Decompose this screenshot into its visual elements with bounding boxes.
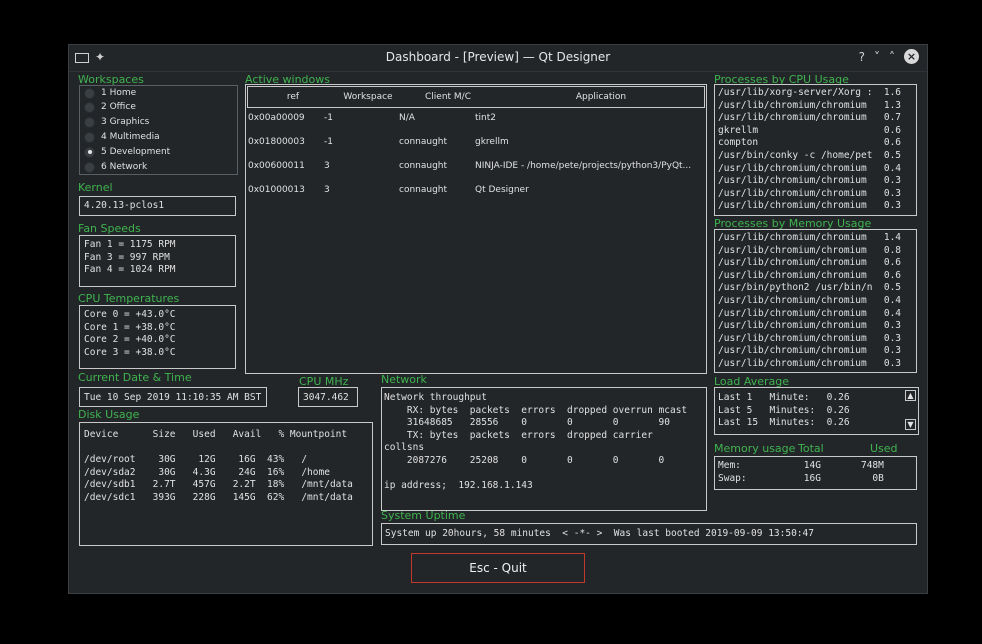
workspace-radio-2[interactable]: 2 Office: [84, 101, 136, 113]
scroll-up-icon[interactable]: ▲: [905, 390, 916, 401]
cell-ref: 0x00600011: [248, 161, 305, 171]
cell-ref: 0x01800003: [248, 137, 305, 147]
radio-icon: [84, 101, 95, 113]
memory-used-header: Used: [870, 442, 898, 455]
table-row[interactable]: 0x01000013 3 connaught Qt Designer: [248, 185, 703, 197]
radio-selected-icon: [84, 146, 95, 158]
workspaces-group: 1 Home 2 Office 3 Graphics 4 Multimedia …: [79, 85, 238, 175]
cell-client: connaught: [399, 185, 448, 195]
scroll-down-icon[interactable]: ▼: [905, 419, 916, 430]
designer-window: ✦ Dashboard - [Preview] — Qt Designer ? …: [68, 44, 928, 594]
memory-usage-text: Mem: 14G 748M Swap: 16G 0B: [714, 456, 917, 490]
network-text: Network throughput RX: bytes packets err…: [381, 387, 707, 511]
column-header-client[interactable]: Client M/C: [398, 87, 498, 107]
window-title: Dashboard - [Preview] — Qt Designer: [385, 50, 611, 64]
table-row[interactable]: 0x00600011 3 connaught NINJA-IDE - /home…: [248, 161, 703, 173]
cell-ref: 0x01000013: [248, 185, 305, 195]
fan-speeds-label: Fan Speeds: [78, 222, 141, 235]
minimize-icon[interactable]: ˅: [874, 50, 880, 64]
cell-application: tint2: [475, 113, 496, 123]
processes-cpu-text: /usr/lib/xorg-server/Xorg : 1.6 /usr/lib…: [714, 84, 917, 216]
workspace-radio-1[interactable]: 1 Home: [84, 87, 136, 99]
cell-ref: 0x00a00009: [248, 113, 305, 123]
datetime-value: Tue 10 Sep 2019 11:10:35 AM BST: [79, 387, 267, 407]
cpu-mhz-value: 3047.462: [298, 387, 358, 407]
kernel-label: Kernel: [78, 181, 113, 194]
load-average-text: Last 1 Minute: 0.26 Last 5 Minutes: 0.26…: [718, 392, 850, 429]
table-header: ref Workspace Client M/C Application: [247, 86, 705, 108]
workspace-label: 4 Multimedia: [101, 132, 160, 142]
kernel-value: 4.20.13-pclos1: [79, 196, 236, 216]
close-icon[interactable]: ×: [904, 49, 919, 64]
cell-workspace: -1: [324, 137, 333, 147]
workspace-label: 5 Development: [101, 147, 171, 157]
load-average-scrollbar[interactable]: ▲ ▼: [905, 390, 916, 430]
cell-application: Qt Designer: [475, 185, 529, 195]
workspace-radio-4[interactable]: 4 Multimedia: [84, 131, 160, 143]
cell-application: gkrellm: [475, 137, 509, 147]
cell-client: connaught: [399, 137, 448, 147]
workspace-label: 2 Office: [101, 102, 136, 112]
workspace-radio-3[interactable]: 3 Graphics: [84, 116, 149, 128]
workspace-radio-5[interactable]: 5 Development: [84, 146, 170, 158]
radio-icon: [84, 161, 95, 173]
table-row[interactable]: 0x01800003 -1 connaught gkrellm: [248, 137, 703, 149]
help-icon[interactable]: ?: [859, 50, 865, 64]
cell-application: NINJA-IDE - /home/pete/projects/python3/…: [475, 161, 692, 171]
workspace-label: 1 Home: [101, 88, 137, 98]
processes-memory-text: /usr/lib/chromium/chromium 1.4 /usr/lib/…: [714, 229, 917, 373]
memory-usage-label: Memory usage: [714, 442, 796, 455]
workspace-radio-6[interactable]: 6 Network: [84, 161, 147, 173]
cell-workspace: -1: [324, 113, 333, 123]
active-windows-table[interactable]: ref Workspace Client M/C Application 0x0…: [245, 84, 707, 374]
memory-total-header: Total: [798, 442, 824, 455]
cell-workspace: 3: [324, 185, 330, 195]
cell-client: connaught: [399, 161, 448, 171]
disk-usage-text: Device Size Used Avail % Mountpoint /dev…: [79, 422, 373, 546]
column-header-application[interactable]: Application: [498, 87, 704, 107]
table-row[interactable]: 0x00a00009 -1 N/A tint2: [248, 113, 703, 125]
window-controls: ? ˅ ˄ ×: [859, 49, 919, 64]
fan-speeds-text: Fan 1 = 1175 RPM Fan 3 = 997 RPM Fan 4 =…: [79, 235, 236, 287]
title-bar: ✦ Dashboard - [Preview] — Qt Designer ? …: [69, 45, 927, 72]
disk-usage-label: Disk Usage: [78, 408, 140, 421]
scroll-track[interactable]: [905, 401, 916, 419]
column-header-ref[interactable]: ref: [248, 87, 338, 107]
radio-icon: [84, 87, 95, 99]
system-uptime-label: System Uptime: [381, 509, 466, 522]
radio-icon: [84, 116, 95, 128]
system-uptime-value: System up 20hours, 58 minutes < -*- > Wa…: [381, 523, 917, 545]
quit-button[interactable]: Esc - Quit: [411, 553, 585, 583]
radio-icon: [84, 131, 95, 143]
workspace-label: 6 Network: [101, 162, 148, 172]
workspace-label: 3 Graphics: [101, 117, 150, 127]
load-average-box: Last 1 Minute: 0.26 Last 5 Minutes: 0.26…: [714, 387, 919, 435]
column-header-workspace[interactable]: Workspace: [338, 87, 398, 107]
cell-client: N/A: [399, 113, 415, 123]
network-label: Network: [381, 373, 427, 386]
cell-workspace: 3: [324, 161, 330, 171]
datetime-label: Current Date & Time: [78, 371, 192, 384]
maximize-icon[interactable]: ˄: [889, 50, 895, 64]
cpu-temperatures-text: Core 0 = +43.0°C Core 1 = +38.0°C Core 2…: [79, 305, 236, 369]
cpu-temperatures-label: CPU Temperatures: [78, 292, 180, 305]
